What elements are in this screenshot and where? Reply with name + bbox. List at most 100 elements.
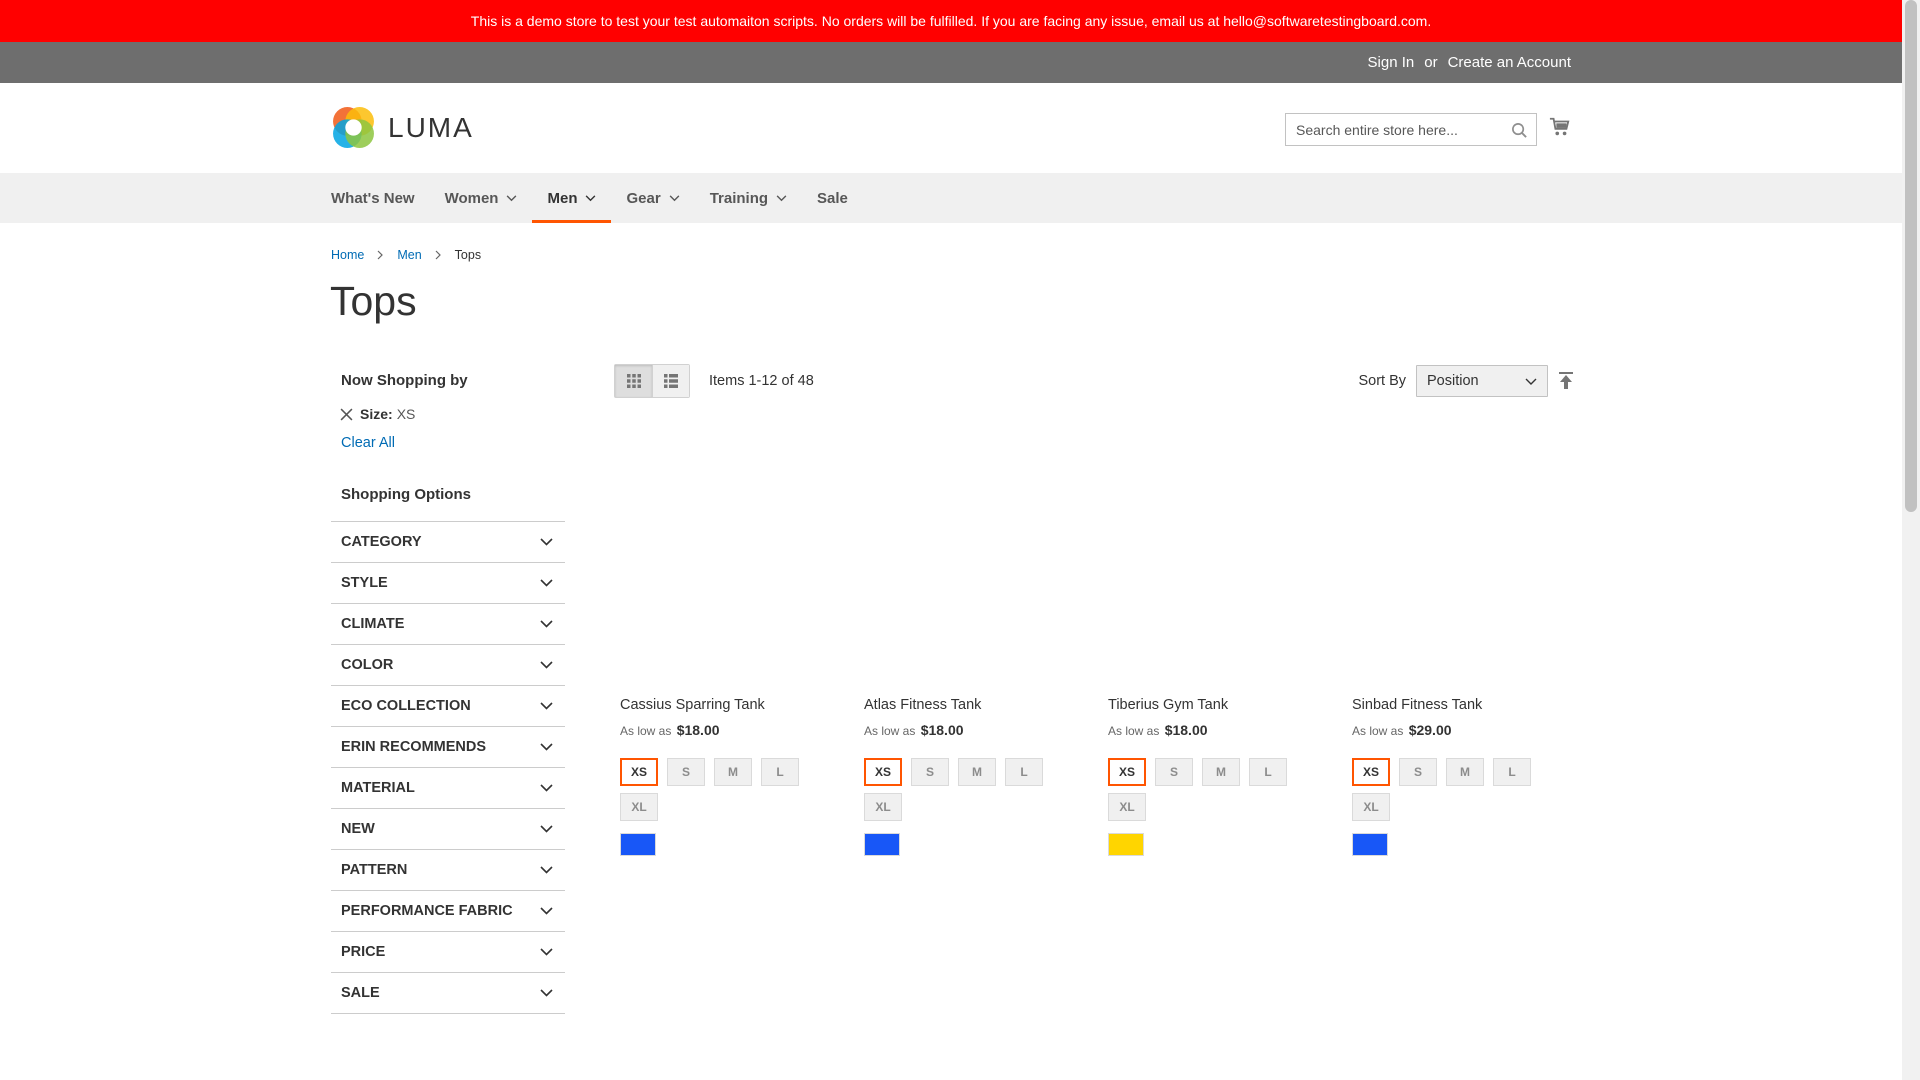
product-item: Atlas Fitness Tank As low as $18.00 XS S… [858,412,1080,856]
filter-option-color[interactable]: COLOR [331,645,565,686]
chevron-down-icon [540,948,553,956]
chevron-down-icon [540,661,553,669]
color-swatch[interactable] [1352,833,1388,856]
nav-item-training[interactable]: Training [695,173,802,223]
size-swatch-xs[interactable]: XS [1108,758,1146,786]
scrollbar-thumb[interactable] [1905,0,1917,512]
shopping-options-title: Shopping Options [341,486,471,503]
product-name-link[interactable]: Sinbad Fitness Tank [1346,694,1568,716]
size-swatch-xl[interactable]: XL [620,793,658,821]
clear-all-link[interactable]: Clear All [331,435,565,451]
size-swatch-l[interactable]: L [1493,758,1531,786]
nav-item-label: Sale [817,189,848,207]
product-name-link[interactable]: Atlas Fitness Tank [858,694,1080,716]
filter-option-climate[interactable]: CLIMATE [331,604,565,645]
nav-item-sale[interactable]: Sale [802,173,863,223]
active-filter: Size: XS [331,406,565,422]
chevron-down-icon [1525,378,1537,385]
size-swatch-l[interactable]: L [761,758,799,786]
size-swatch-m[interactable]: M [714,758,752,786]
filter-option-performance-fabric[interactable]: PERFORMANCE FABRIC [331,891,565,932]
filter-option-label: ECO COLLECTION [341,698,471,714]
breadcrumb: Home Men Tops [331,248,481,262]
product-item: Tiberius Gym Tank As low as $18.00 XS S … [1102,412,1324,856]
page-scrollbar[interactable] [1902,0,1920,1080]
filter-option-category[interactable]: CATEGORY [331,522,565,563]
shopping-cart-icon[interactable] [1549,116,1571,138]
nav-item-label: Men [547,189,578,207]
product-image[interactable] [614,412,836,694]
filter-option-price[interactable]: PRICE [331,932,565,973]
filter-option-sale[interactable]: SALE [331,973,565,1014]
chevron-down-icon [540,784,553,792]
size-swatch-xs[interactable]: XS [1352,758,1390,786]
filter-option-label: ERIN RECOMMENDS [341,739,487,755]
price-value: $29.00 [1408,722,1452,738]
search-icon[interactable] [1511,122,1528,139]
product-image[interactable] [1346,412,1568,694]
size-swatch-s[interactable]: S [1155,758,1193,786]
size-swatch-l[interactable]: L [1249,758,1287,786]
nav-item-whats-new[interactable]: What's New [331,173,430,223]
price-box: As low as $18.00 [1102,722,1324,738]
size-swatch-xl[interactable]: XL [1352,793,1390,821]
size-swatch-xs[interactable]: XS [620,758,658,786]
color-swatch[interactable] [1108,833,1144,856]
items-count: Items 1-12 of 48 [709,373,814,389]
nav-item-label: What's New [331,189,415,207]
size-swatch-xs[interactable]: XS [864,758,902,786]
color-swatch[interactable] [620,833,656,856]
color-swatch[interactable] [864,833,900,856]
chevron-right-icon [435,250,441,260]
filter-option-material[interactable]: MATERIAL [331,768,565,809]
layered-navigation-sidebar: Now Shopping by Size: XS Clear All Shopp… [331,360,565,1014]
size-swatch-s[interactable]: S [667,758,705,786]
filter-option-label: CATEGORY [341,534,422,550]
chevron-down-icon [540,743,553,751]
sort-direction-arrow-up-icon[interactable] [1558,372,1574,390]
luma-logo[interactable]: LUMA [331,105,474,150]
product-image[interactable] [858,412,1080,694]
filter-option-pattern[interactable]: PATTERN [331,850,565,891]
chevron-down-icon [540,579,553,587]
now-shopping-title: Now Shopping by [341,372,468,389]
size-swatch-m[interactable]: M [958,758,996,786]
filter-option-erin-recommends[interactable]: ERIN RECOMMENDS [331,727,565,768]
filter-option-eco-collection[interactable]: ECO COLLECTION [331,686,565,727]
close-icon[interactable] [340,408,353,421]
sign-in-link[interactable]: Sign In [1368,54,1415,71]
filter-option-style[interactable]: STYLE [331,563,565,604]
size-swatches: XS S M L XL [1102,758,1302,821]
chevron-down-icon [507,194,517,201]
size-swatch-s[interactable]: S [1399,758,1437,786]
nav-item-women[interactable]: Women [430,173,533,223]
breadcrumb-men-link[interactable]: Men [397,248,421,262]
create-account-link[interactable]: Create an Account [1448,54,1571,71]
nav-item-gear[interactable]: Gear [611,173,694,223]
page-title: Tops [330,278,417,324]
filter-option-label: PRICE [341,944,386,960]
product-image[interactable] [1102,412,1324,694]
search-input[interactable] [1286,114,1496,145]
sorter: Sort By Position [1358,364,1574,398]
filter-option-new[interactable]: NEW [331,809,565,850]
chevron-down-icon [540,620,553,628]
product-name-link[interactable]: Cassius Sparring Tank [614,694,836,716]
size-swatch-s[interactable]: S [911,758,949,786]
size-swatch-m[interactable]: M [1446,758,1484,786]
grid-view-button[interactable] [615,365,652,397]
size-swatch-m[interactable]: M [1202,758,1240,786]
size-swatches: XS S M L XL [614,758,814,821]
product-name-link[interactable]: Tiberius Gym Tank [1102,694,1324,716]
size-swatch-l[interactable]: L [1005,758,1043,786]
search-box [1285,113,1537,146]
chevron-down-icon [540,702,553,710]
breadcrumb-home-link[interactable]: Home [331,248,364,262]
sort-by-select[interactable]: Position [1416,365,1548,397]
filter-option-label: MATERIAL [341,780,415,796]
size-swatch-xl[interactable]: XL [1108,793,1146,821]
list-view-button[interactable] [652,365,689,397]
nav-item-men[interactable]: Men [532,173,612,223]
filter-option-label: CLIMATE [341,616,405,632]
size-swatch-xl[interactable]: XL [864,793,902,821]
